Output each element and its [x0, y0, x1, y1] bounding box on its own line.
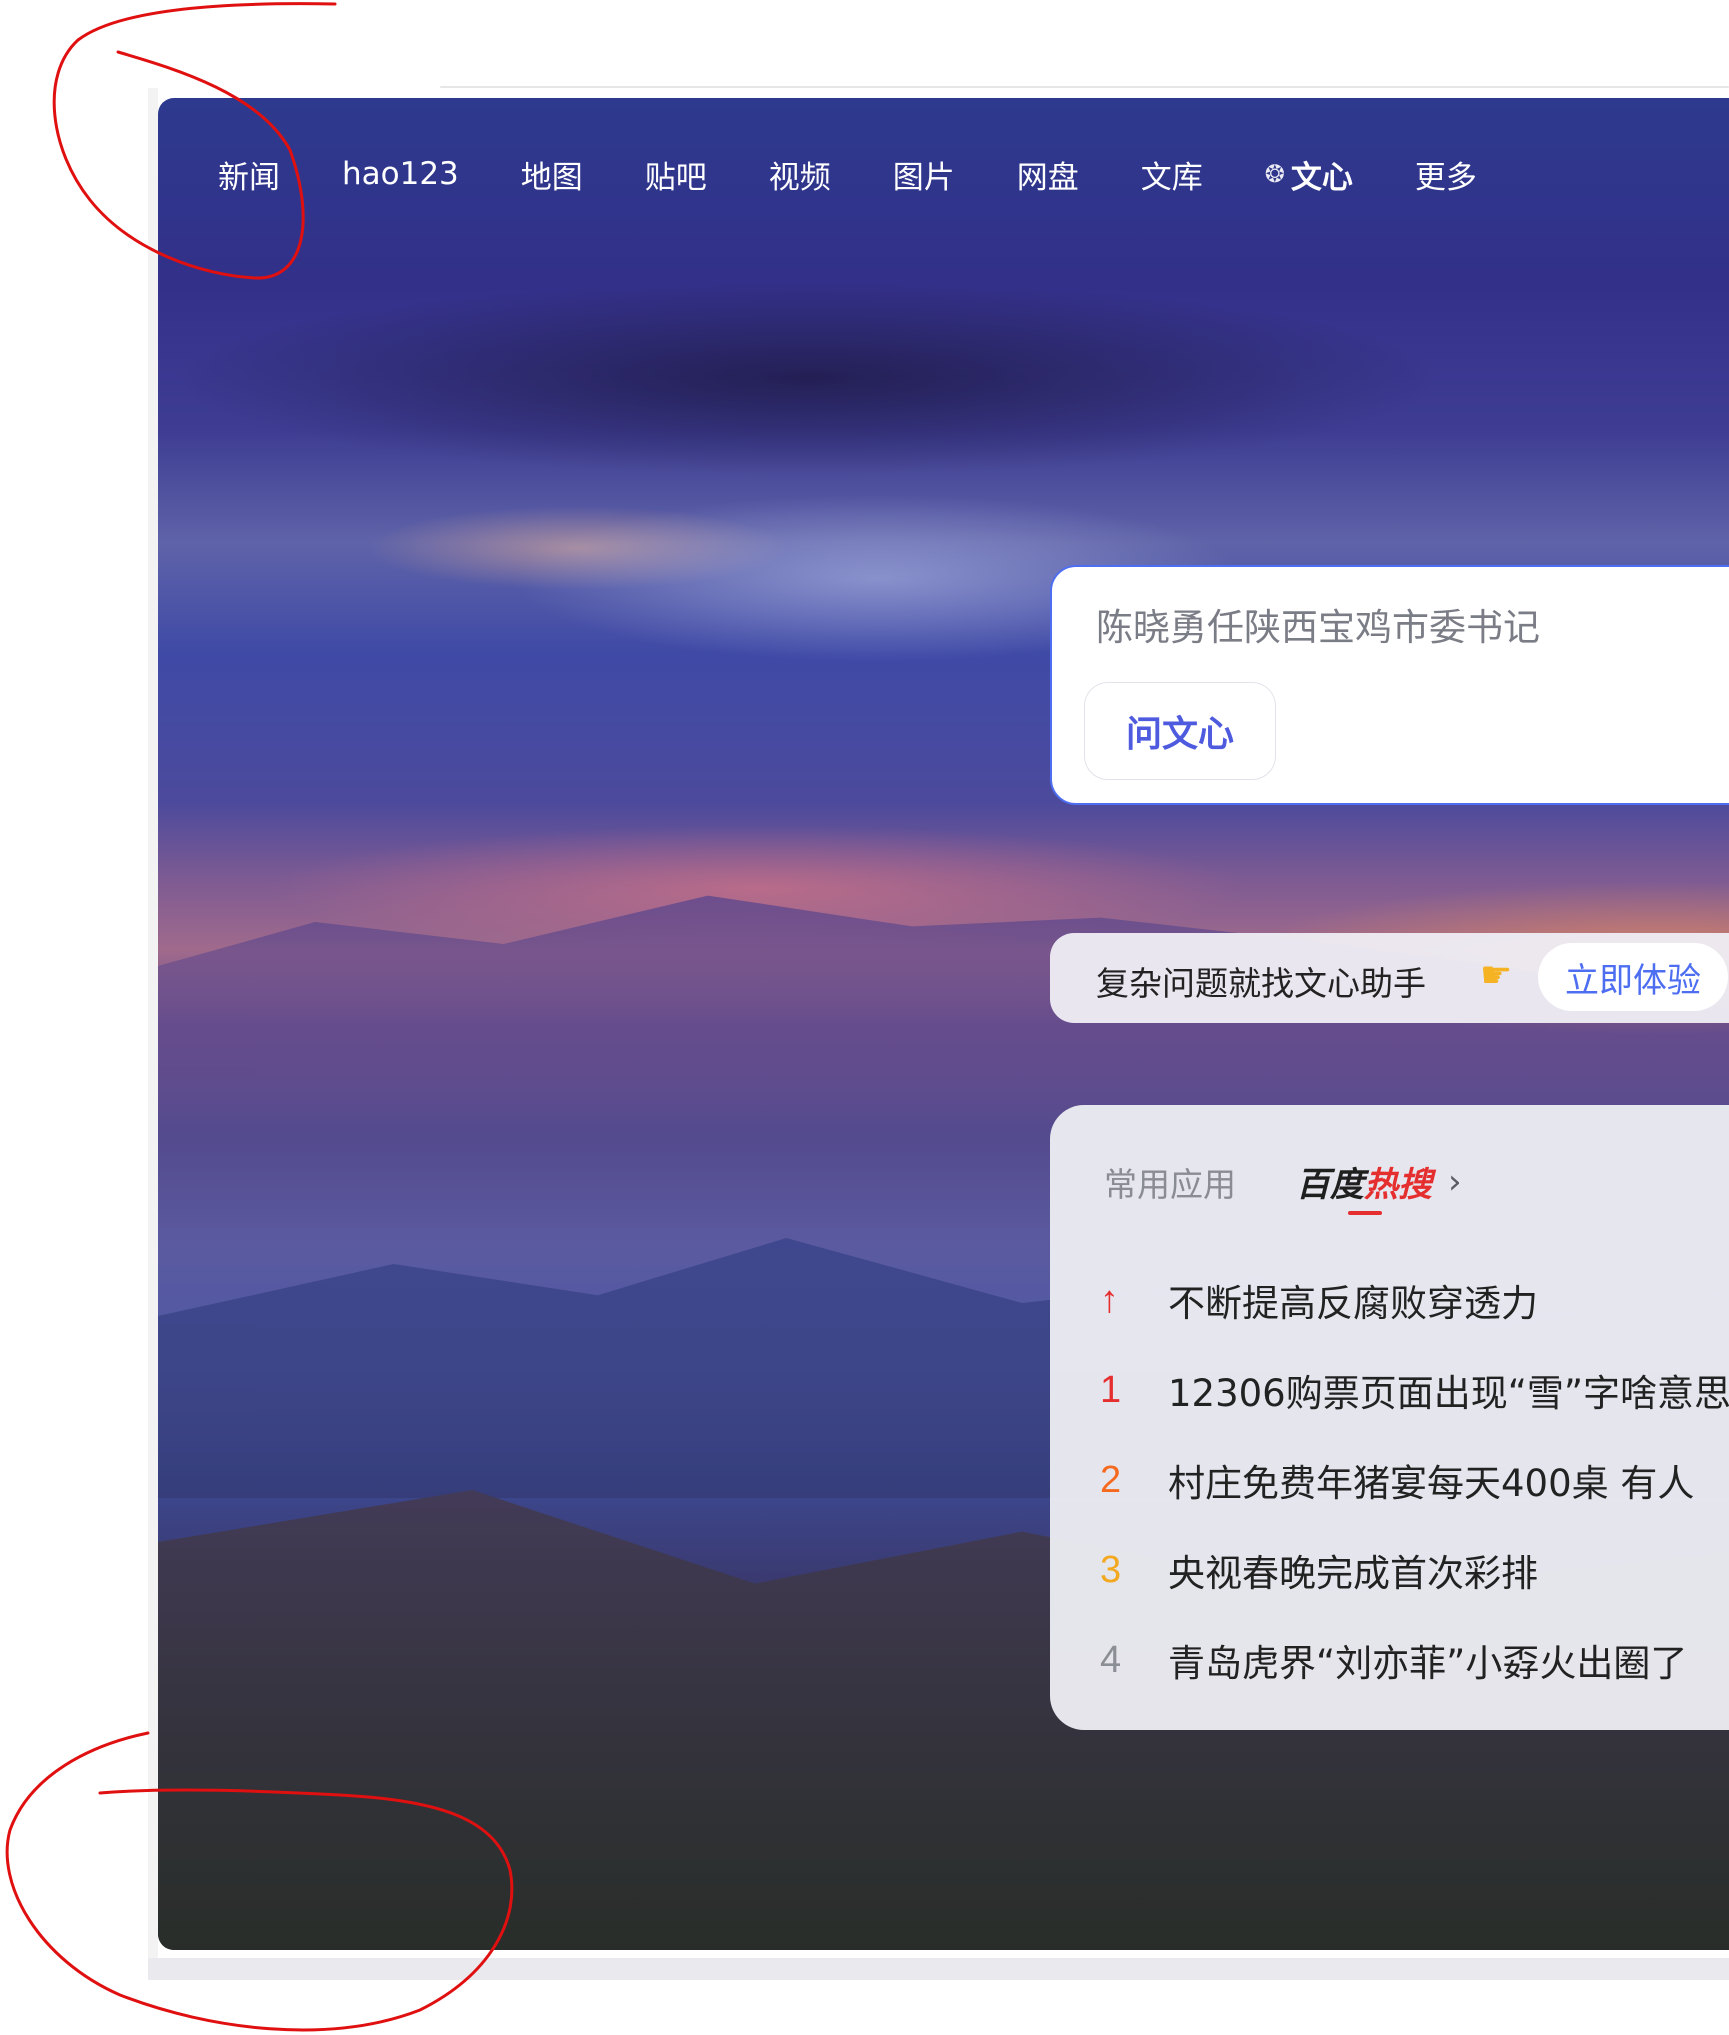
nav-hao123[interactable]: hao123 — [342, 156, 459, 192]
tab-common-apps[interactable]: 常用应用 — [1104, 1158, 1236, 1206]
hot-search-list: ↑ 不断提高反腐败穿透力 1 12306购票页面出现“雪”字啥意思 2 村庄免费… — [1100, 1255, 1729, 1705]
pointing-hand-icon: ☛ — [1480, 955, 1513, 996]
promo-text: 复杂问题就找文心助手 — [1096, 964, 1426, 1003]
try-now-label: 立即体验 — [1565, 960, 1701, 1001]
nav-wenku[interactable]: 文库 — [1141, 152, 1203, 197]
tab-hot-prefix: 百度 — [1296, 1165, 1364, 1205]
panel-tabs: 常用应用 百度热搜 › — [1104, 1157, 1462, 1215]
search-input[interactable]: 陈晓勇任陕西宝鸡市委书记 — [1096, 597, 1540, 651]
nav-wenxin-label: 文心 — [1290, 159, 1353, 196]
hot-item-title: 12306购票页面出现“雪”字啥意思 — [1168, 1372, 1729, 1415]
hot-item-pinned[interactable]: ↑ 不断提高反腐败穿透力 — [1100, 1255, 1729, 1345]
nav-news[interactable]: 新闻 — [218, 152, 280, 197]
hot-item-title: 央视春晚完成首次彩排 — [1168, 1552, 1538, 1595]
wenxin-logo-icon: ❂ — [1264, 160, 1285, 188]
hot-item-title: 不断提高反腐败穿透力 — [1168, 1282, 1538, 1325]
tab-baidu-hot[interactable]: 百度热搜 — [1296, 1157, 1432, 1215]
pinned-top-icon: ↑ — [1100, 1278, 1119, 1321]
nav-tieba[interactable]: 贴吧 — [645, 152, 707, 197]
hot-item-rank: 2 — [1100, 1458, 1122, 1501]
browser-top-edge — [440, 86, 1729, 88]
hot-item-4[interactable]: 4 青岛虎界“刘亦菲”小孬火出圈了 — [1100, 1615, 1729, 1705]
hot-search-panel: 常用应用 百度热搜 › ↑ 不断提高反腐败穿透力 1 12306购票页面出现“雪… — [1050, 1105, 1729, 1730]
chevron-right-icon[interactable]: › — [1448, 1162, 1462, 1202]
hot-item-title: 村庄免费年猪宴每天400桌 有人 — [1168, 1462, 1695, 1505]
nav-map[interactable]: 地图 — [521, 152, 583, 197]
hot-item-1[interactable]: 1 12306购票页面出现“雪”字啥意思 — [1100, 1345, 1729, 1435]
nav-video[interactable]: 视频 — [769, 152, 831, 197]
nav-more[interactable]: 更多 — [1415, 152, 1477, 197]
nav-netdisk[interactable]: 网盘 — [1017, 152, 1079, 197]
wenxin-promo-bar: 复杂问题就找文心助手 ☛ 立即体验 — [1050, 933, 1729, 1023]
top-navigation: 新闻 hao123 地图 贴吧 视频 图片 网盘 文库 ❂ 文心 更多 — [218, 152, 1539, 196]
ask-wenxin-button[interactable]: 问文心 — [1084, 682, 1276, 780]
search-box[interactable]: 陈晓勇任陕西宝鸡市委书记 问文心 — [1050, 565, 1729, 805]
window-left-edge — [148, 88, 158, 1980]
hot-item-2[interactable]: 2 村庄免费年猪宴每天400桌 有人 — [1100, 1435, 1729, 1525]
active-tab-indicator — [1348, 1211, 1382, 1215]
hot-item-rank: 4 — [1100, 1638, 1122, 1681]
hot-item-3[interactable]: 3 央视春晚完成首次彩排 — [1100, 1525, 1729, 1615]
nav-wenxin[interactable]: ❂ 文心 — [1265, 152, 1353, 197]
hot-item-rank: 1 — [1100, 1368, 1122, 1411]
nav-images[interactable]: 图片 — [893, 152, 955, 197]
background-clouds — [158, 258, 1729, 518]
hot-item-title: 青岛虎界“刘亦菲”小孬火出圈了 — [1168, 1642, 1688, 1685]
try-now-button[interactable]: 立即体验 — [1538, 943, 1728, 1011]
tab-hot-accent: 热搜 — [1364, 1165, 1432, 1205]
horizontal-scrollbar[interactable] — [148, 1958, 1729, 1980]
hot-item-rank: 3 — [1100, 1548, 1122, 1591]
ask-wenxin-label: 问文心 — [1125, 714, 1234, 755]
